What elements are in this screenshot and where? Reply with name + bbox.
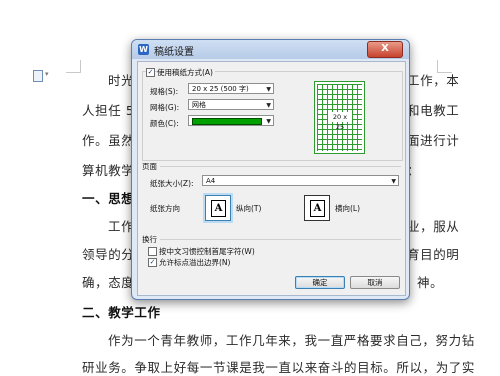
color-swatch bbox=[192, 118, 262, 125]
landscape-label[interactable]: 横向(L) bbox=[335, 203, 360, 214]
spec-select[interactable]: 20 x 25 (500 字) ▼ bbox=[188, 83, 274, 94]
paper-size-value: A4 bbox=[206, 177, 216, 185]
landscape-button[interactable]: A bbox=[304, 195, 330, 221]
doc-text: 育目的明 bbox=[407, 247, 460, 262]
color-label: 颜色(C): bbox=[150, 119, 179, 128]
doc-text: 神。 bbox=[417, 275, 444, 290]
use-grid-checkbox[interactable]: ✓ bbox=[146, 68, 155, 77]
option-label: 允许标点溢出边界(N) bbox=[159, 258, 231, 267]
doc-text: 确，态度 bbox=[82, 275, 135, 290]
doc-heading: 一、思想 bbox=[82, 191, 135, 206]
chevron-down-icon: ▼ bbox=[266, 118, 271, 125]
doc-text: 面进行计 bbox=[407, 133, 460, 148]
chevron-down-icon[interactable]: ▾ bbox=[45, 70, 49, 78]
grid-value: 网格 bbox=[192, 101, 206, 109]
page-corner-mark bbox=[66, 60, 81, 73]
doc-text: 算机教学 bbox=[82, 163, 135, 178]
section-divider bbox=[142, 166, 401, 167]
grid-preview: 20 x 25 bbox=[314, 81, 365, 154]
grid-select[interactable]: 网格 ▼ bbox=[188, 99, 274, 110]
chevron-down-icon: ▼ bbox=[391, 178, 396, 185]
dialog-title: 稿纸设置 bbox=[154, 47, 194, 58]
color-select[interactable]: ▼ bbox=[188, 115, 274, 126]
close-button[interactable]: X bbox=[367, 41, 403, 58]
dialog-body: ✓ 使用稿纸方式(A) 规格(S): 20 x 25 (500 字) ▼ 网格(… bbox=[137, 61, 406, 296]
page-section-title: 页面 bbox=[142, 161, 160, 172]
portrait-label[interactable]: 纵向(T) bbox=[236, 203, 261, 214]
landscape-page-icon: A bbox=[310, 200, 325, 217]
doc-text: 和电教工 bbox=[407, 103, 460, 118]
chevron-down-icon: ▼ bbox=[266, 86, 271, 93]
manuscript-settings-dialog: W 稿纸设置 X ✓ 使用稿纸方式(A) 规格(S): 20 x 25 (500… bbox=[131, 39, 410, 300]
page-icon[interactable] bbox=[33, 70, 43, 82]
option-label: 按中文习惯控制首尾字符(W) bbox=[159, 247, 255, 256]
paper-size-label: 纸张大小(Z): bbox=[150, 179, 194, 188]
preview-label: 20 x 25 bbox=[328, 112, 352, 131]
paper-size-select[interactable]: A4 ▼ bbox=[202, 175, 399, 186]
doc-text: 作。虽然 bbox=[82, 133, 135, 148]
ok-button[interactable]: 确定 bbox=[295, 276, 345, 289]
section-divider bbox=[142, 239, 401, 240]
portrait-page-icon: A bbox=[211, 200, 226, 217]
doc-text: 工作，本 bbox=[407, 73, 460, 88]
wrap-section-title: 换行 bbox=[142, 234, 160, 245]
grid-label: 网格(G): bbox=[150, 103, 180, 112]
doc-text: 人担任 5 bbox=[82, 103, 135, 118]
doc-text: 业，服从 bbox=[407, 219, 460, 234]
dialog-titlebar[interactable]: W 稿纸设置 X bbox=[132, 40, 409, 59]
spec-value: 20 x 25 (500 字) bbox=[192, 85, 249, 93]
doc-heading: 二、教学工作 bbox=[82, 305, 161, 320]
option-checkbox-wrap-control[interactable] bbox=[148, 247, 157, 256]
doc-text: 研业务。争取上好每一节课是我一直以来奋斗的目标。所以，为了实 bbox=[82, 360, 476, 375]
option-checkbox-punct-overflow[interactable]: ✓ bbox=[148, 258, 157, 267]
doc-text: 作为一个青年教师，工作几年来，我一直严格要求自己，努力钻 bbox=[108, 333, 475, 348]
orientation-label: 纸张方向 bbox=[150, 204, 180, 213]
use-grid-label: 使用稿纸方式(A) bbox=[157, 67, 215, 78]
spec-label: 规格(S): bbox=[150, 87, 179, 96]
chevron-down-icon: ▼ bbox=[266, 102, 271, 109]
cancel-button[interactable]: 取消 bbox=[350, 276, 400, 289]
app-icon: W bbox=[138, 44, 149, 55]
portrait-button[interactable]: A bbox=[205, 195, 231, 221]
doc-text: 领导的分 bbox=[82, 247, 135, 262]
